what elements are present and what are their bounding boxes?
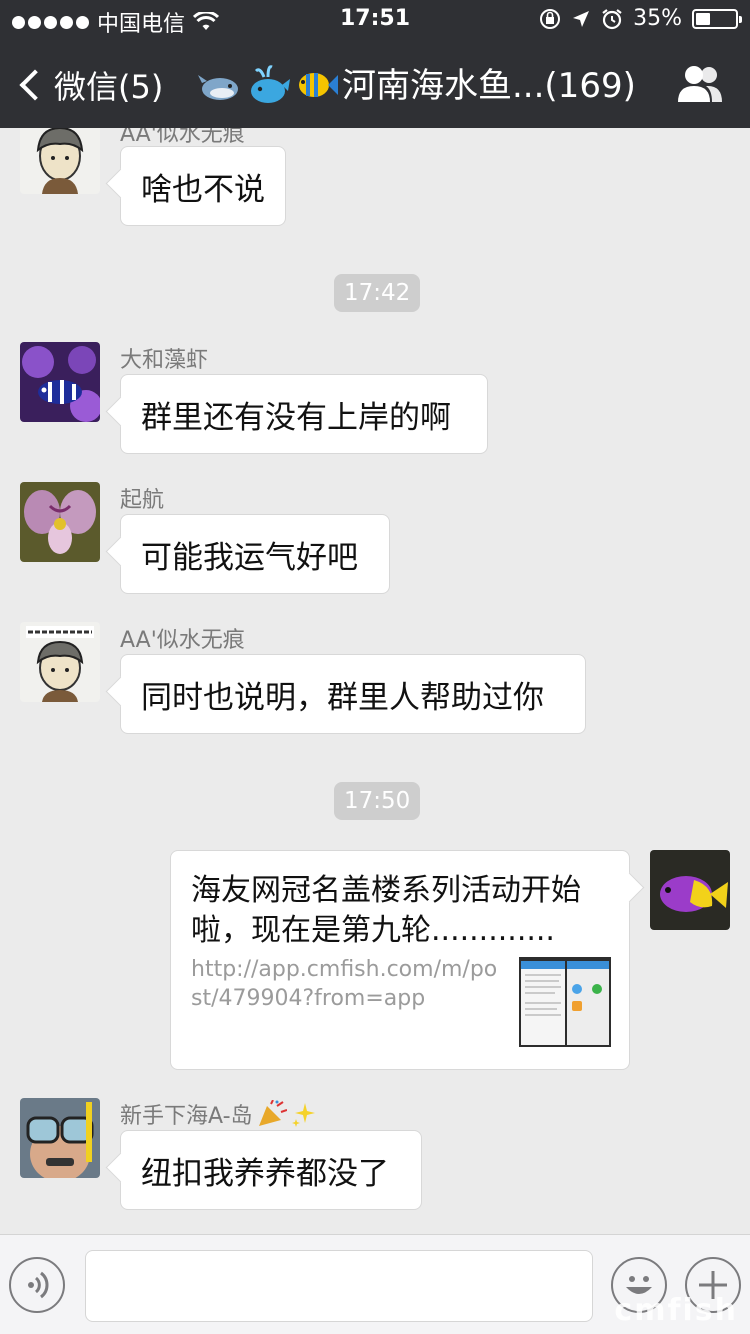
sparkles-emoji-icon bbox=[291, 1103, 315, 1127]
sender-name-row: 新手下海A-岛 bbox=[120, 1098, 317, 1130]
message-bubble[interactable]: 可能我运气好吧 bbox=[120, 514, 390, 594]
location-icon bbox=[573, 10, 590, 27]
timestamp: 17:42 bbox=[334, 274, 421, 312]
back-label: 微信(5) bbox=[54, 68, 164, 106]
message-bubble[interactable]: 纽扣我养养都没了 bbox=[120, 1130, 422, 1210]
whale-emoji-icon bbox=[198, 74, 238, 100]
timestamp: 17:50 bbox=[334, 782, 421, 820]
party-popper-emoji-icon bbox=[258, 1100, 287, 1126]
avatar[interactable] bbox=[20, 622, 100, 702]
sender-name: 大和藻虾 bbox=[120, 348, 209, 373]
avatar[interactable] bbox=[20, 1098, 100, 1178]
sender-name: 新手下海A-岛 bbox=[120, 1104, 253, 1129]
link-url: http://app.cmfish.com/m/post/479904?from… bbox=[191, 957, 498, 1011]
voice-button[interactable] bbox=[9, 1257, 65, 1313]
message-bubble[interactable]: 啥也不说 bbox=[120, 146, 286, 226]
watermark: cmfish bbox=[614, 1293, 738, 1328]
alarm-icon bbox=[602, 8, 622, 29]
input-bar: cmfish bbox=[0, 1234, 750, 1334]
link-card[interactable]: 海友网冠名盖楼系列活动开始啦，现在是第九轮............. http:… bbox=[170, 850, 630, 1070]
avatar[interactable] bbox=[650, 850, 730, 930]
sender-name: AA'似水无痕 bbox=[120, 628, 245, 653]
sender-name: AA'似水无痕 bbox=[120, 128, 245, 147]
back-button[interactable]: 微信(5) bbox=[18, 62, 163, 108]
chat-title: 河南海水鱼...(169) bbox=[198, 58, 636, 107]
spouting-whale-emoji-icon bbox=[251, 64, 290, 103]
voice-icon bbox=[28, 1271, 49, 1299]
top-bar: 中国电信 17:51 35% 微信(5) 河南海水鱼...(169) bbox=[0, 0, 750, 128]
chat-area[interactable]: AA'似水无痕 啥也不说 17:42 大和藻虾 群里还有没有上岸的啊 起航 可能… bbox=[0, 128, 750, 1234]
avatar[interactable] bbox=[20, 482, 100, 562]
link-thumbnail bbox=[519, 957, 611, 1047]
battery-icon bbox=[692, 8, 742, 29]
group-members-icon[interactable] bbox=[676, 64, 724, 104]
chevron-left-icon bbox=[19, 69, 51, 101]
tropical-fish-emoji-icon bbox=[299, 72, 338, 97]
avatar[interactable] bbox=[20, 128, 100, 194]
chat-title-text: 河南海水鱼...(169) bbox=[342, 66, 636, 106]
avatar[interactable] bbox=[20, 342, 100, 422]
message-bubble[interactable]: 同时也说明，群里人帮助过你 bbox=[120, 654, 586, 734]
sender-name: 起航 bbox=[120, 488, 165, 513]
battery-percent: 35% bbox=[633, 6, 682, 31]
rotation-lock-icon bbox=[540, 8, 561, 29]
nav-bar: 微信(5) 河南海水鱼...(169) bbox=[0, 40, 750, 128]
status-bar: 中国电信 17:51 35% bbox=[0, 0, 750, 40]
link-title: 海友网冠名盖楼系列活动开始啦，现在是第九轮............. bbox=[191, 873, 581, 948]
message-input[interactable] bbox=[85, 1250, 593, 1322]
message-bubble[interactable]: 群里还有没有上岸的啊 bbox=[120, 374, 488, 454]
